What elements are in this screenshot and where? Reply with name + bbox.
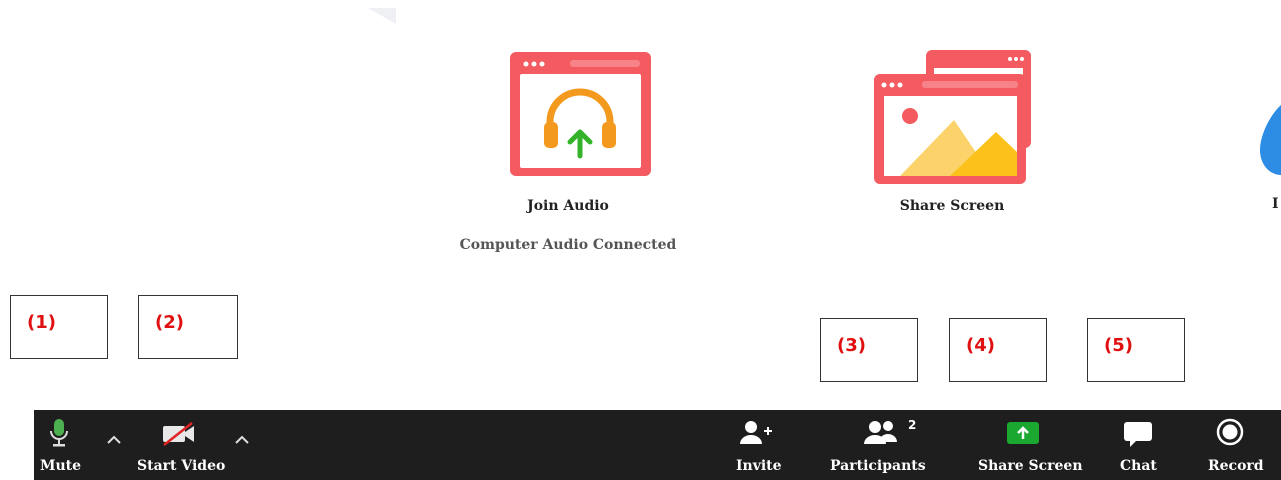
share-screen-toolbar-label: Share Screen xyxy=(978,458,1083,474)
mute-button[interactable]: Mute xyxy=(38,410,86,480)
record-label: Record xyxy=(1208,458,1264,474)
add-person-icon xyxy=(740,421,772,444)
chevron-up-icon xyxy=(235,435,249,444)
video-options-caret[interactable] xyxy=(232,432,252,448)
annotation-4: (4) xyxy=(949,318,1047,382)
annotation-3-label: (3) xyxy=(837,335,866,356)
annotation-3: (3) xyxy=(820,318,918,382)
start-video-label: Start Video xyxy=(137,458,226,474)
share-screen-arrow-icon xyxy=(1007,422,1039,444)
share-screen-icon xyxy=(874,50,1031,184)
meeting-toolbar: Mute Start Video Invite 2 Participants S… xyxy=(34,410,1281,480)
record-button[interactable]: Record xyxy=(1202,410,1264,480)
annotation-5-label: (5) xyxy=(1104,335,1133,356)
chat-button[interactable]: Chat xyxy=(1114,410,1164,480)
chat-bubble-icon xyxy=(1124,422,1152,447)
join-audio-icon xyxy=(510,52,651,176)
start-video-button[interactable]: Start Video xyxy=(134,410,234,480)
mute-label: Mute xyxy=(40,458,82,474)
participants-label: Participants xyxy=(830,458,926,474)
video-off-icon xyxy=(163,422,194,446)
annotation-2-label: (2) xyxy=(155,312,184,333)
participants-icon xyxy=(864,421,897,444)
corner-decoration xyxy=(368,8,396,24)
annotation-1-label: (1) xyxy=(27,312,56,333)
partial-tile-label: I xyxy=(1272,196,1279,212)
share-screen-tile[interactable]: Share Screen xyxy=(872,48,1037,218)
more-tile-partial[interactable]: I xyxy=(1258,95,1281,212)
join-audio-label: Join Audio xyxy=(527,198,609,214)
participants-button[interactable]: 2 Participants xyxy=(830,410,935,480)
chat-label: Chat xyxy=(1120,458,1157,474)
record-icon xyxy=(1216,418,1244,446)
annotation-5: (5) xyxy=(1087,318,1185,382)
share-screen-button[interactable]: Share Screen xyxy=(978,410,1083,480)
share-screen-label: Share Screen xyxy=(899,198,1005,214)
participants-count: 2 xyxy=(908,418,917,432)
annotation-4-label: (4) xyxy=(966,335,995,356)
annotation-1: (1) xyxy=(10,295,108,359)
audio-options-caret[interactable] xyxy=(104,432,124,448)
more-tile-icon xyxy=(1260,105,1281,175)
audio-status-text: Computer Audio Connected xyxy=(459,237,677,253)
join-audio-tile[interactable]: Join Audio Computer Audio Connected xyxy=(460,50,676,253)
invite-label: Invite xyxy=(736,458,782,474)
chevron-up-icon xyxy=(107,435,121,444)
microphone-icon xyxy=(50,419,68,447)
invite-button[interactable]: Invite xyxy=(732,410,792,480)
annotation-2: (2) xyxy=(138,295,238,359)
